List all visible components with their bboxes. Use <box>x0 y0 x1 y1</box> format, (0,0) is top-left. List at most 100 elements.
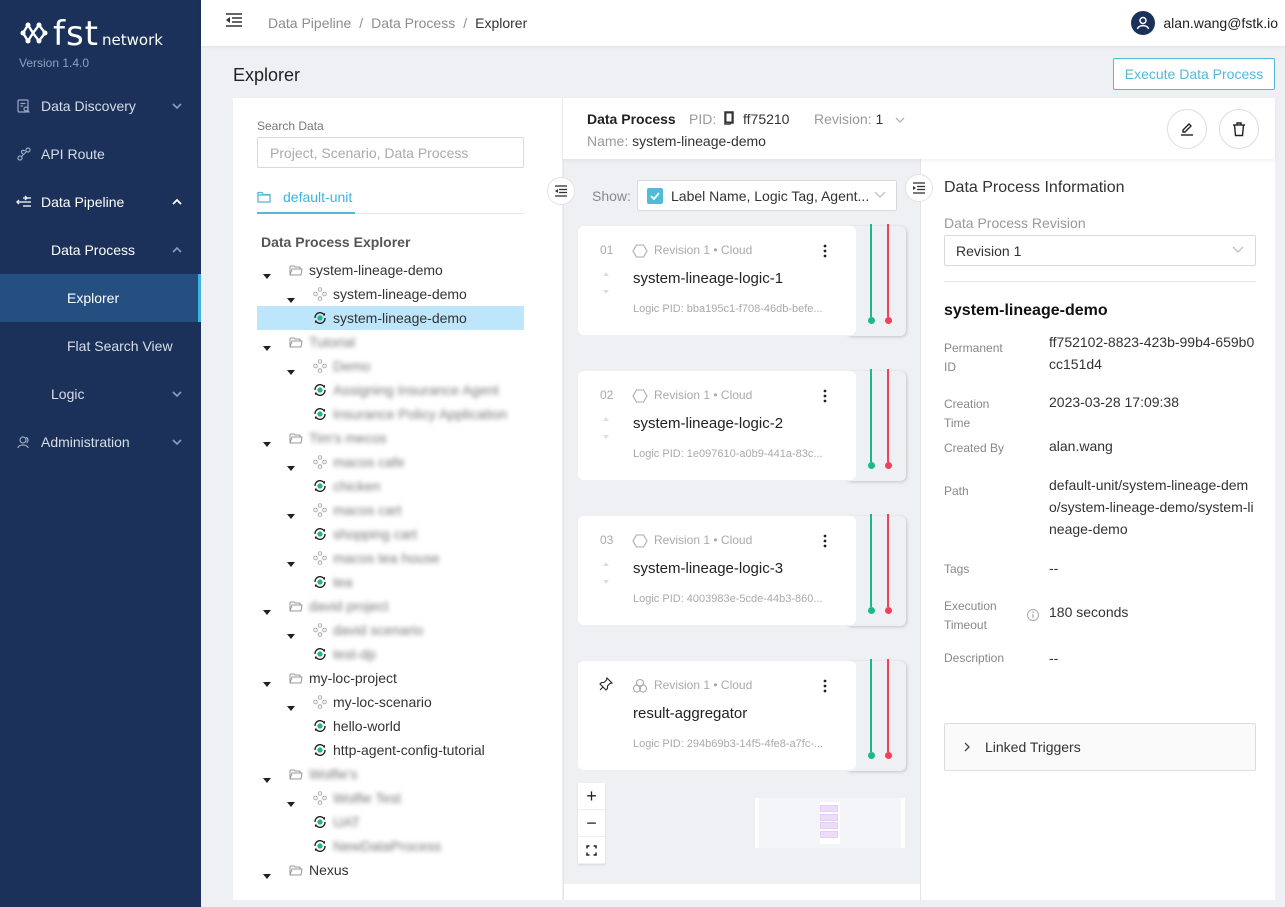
success-port[interactable] <box>868 462 875 469</box>
caret-down-icon[interactable] <box>287 291 295 303</box>
tree-item-project[interactable]: Nexus <box>257 858 524 882</box>
move-down-icon[interactable] <box>603 435 609 439</box>
zoom-out-button[interactable]: − <box>578 810 605 837</box>
caret-down-icon[interactable] <box>263 339 271 351</box>
tree-item-process[interactable]: UAT <box>257 810 524 834</box>
tree-item-scenario[interactable]: macos tea house <box>257 546 524 570</box>
logo[interactable]: fst network <box>19 17 163 51</box>
tree-item-process[interactable]: test-dp <box>257 642 524 666</box>
logic-card[interactable]: 02 Revision 1 • Cloud system-lineage-logic… <box>578 371 856 480</box>
tree-item-scenario[interactable]: macos cart <box>257 498 524 522</box>
delete-button[interactable] <box>1219 109 1259 149</box>
logic-node[interactable]: 03 Revision 1 • Cloud system-lineage-logic… <box>578 514 906 626</box>
tree-item-process[interactable]: http-agent-config-tutorial <box>257 738 524 762</box>
sidebar-item-data-pipeline[interactable]: Data Pipeline <box>0 178 201 226</box>
info-icon[interactable] <box>1026 608 1040 622</box>
minimap[interactable] <box>755 798 905 848</box>
sidebar-item-logic[interactable]: Logic <box>0 370 201 418</box>
tree-item-scenario[interactable]: macos cafe <box>257 450 524 474</box>
move-down-icon[interactable] <box>603 290 609 294</box>
success-port[interactable] <box>868 607 875 614</box>
search-input[interactable] <box>257 137 524 168</box>
logic-node[interactable]: 02 Revision 1 • Cloud system-lineage-logic… <box>578 369 906 481</box>
pin-icon[interactable] <box>599 677 613 691</box>
caret-down-icon[interactable] <box>287 795 295 807</box>
logic-card[interactable]: Revision 1 • Cloud result-aggregator Logic… <box>578 661 856 770</box>
move-up-icon[interactable] <box>603 562 609 566</box>
tree-item-project[interactable]: my-loc-project <box>257 666 524 690</box>
show-checkbox[interactable] <box>647 187 663 204</box>
tree-item-process[interactable]: Assigning Insurance Agent <box>257 378 524 402</box>
caret-down-icon[interactable] <box>263 867 271 879</box>
user-menu[interactable]: alan.wang@fstk.io <box>1131 11 1278 35</box>
tree-item-project[interactable]: Tutorial <box>257 330 524 354</box>
error-port[interactable] <box>885 317 892 324</box>
tree-item-project[interactable]: david project <box>257 594 524 618</box>
caret-down-icon[interactable] <box>263 603 271 615</box>
move-up-icon[interactable] <box>603 417 609 421</box>
tree-item-process[interactable]: tea <box>257 570 524 594</box>
move-up-icon[interactable] <box>603 272 609 276</box>
caret-down-icon[interactable] <box>263 771 271 783</box>
tree-item-scenario[interactable]: my-loc-scenario <box>257 690 524 714</box>
error-port[interactable] <box>885 462 892 469</box>
tab-default-unit[interactable]: default-unit <box>257 182 355 214</box>
caret-down-icon[interactable] <box>287 507 295 519</box>
sidebar-item-flat-search-view[interactable]: Flat Search View <box>0 322 201 370</box>
breadcrumb-data-process[interactable]: Data Process <box>371 15 455 31</box>
show-options-select[interactable]: Label Name, Logic Tag, Agent... <box>637 180 897 211</box>
tree-item-process[interactable]: hello-world <box>257 714 524 738</box>
more-options-button[interactable] <box>814 675 836 697</box>
breadcrumb-data-pipeline[interactable]: Data Pipeline <box>268 15 351 31</box>
error-port[interactable] <box>885 607 892 614</box>
tree-item-project[interactable]: Tim's mecos <box>257 426 524 450</box>
tree-item-process[interactable]: Insurance Policy Application <box>257 402 524 426</box>
more-options-button[interactable] <box>814 530 836 552</box>
sidebar-item-administration[interactable]: Administration <box>0 418 201 466</box>
more-options-button[interactable] <box>814 240 836 262</box>
execute-data-process-button[interactable]: Execute Data Process <box>1113 58 1275 90</box>
zoom-in-button[interactable]: + <box>578 783 605 810</box>
tree-item-scenario[interactable]: system-lineage-demo <box>257 282 524 306</box>
linked-triggers-collapse[interactable]: Linked Triggers <box>944 723 1256 771</box>
tree-item-process[interactable]: shopping cart <box>257 522 524 546</box>
sidebar-item-data-process[interactable]: Data Process <box>0 226 201 274</box>
fit-view-button[interactable] <box>578 837 605 864</box>
caret-down-icon[interactable] <box>287 363 295 375</box>
sidebar-item-data-discovery[interactable]: Data Discovery <box>0 82 201 130</box>
logic-card[interactable]: 01 Revision 1 • Cloud system-lineage-logic… <box>578 226 856 335</box>
collapse-menu-icon[interactable] <box>225 12 243 28</box>
copy-icon[interactable] <box>723 111 735 125</box>
collapse-explorer-button[interactable] <box>547 177 575 205</box>
tree-item-scenario[interactable]: david scenario <box>257 618 524 642</box>
caret-down-icon[interactable] <box>287 627 295 639</box>
error-port[interactable] <box>885 752 892 759</box>
caret-down-icon[interactable] <box>287 699 295 711</box>
collapse-info-button[interactable] <box>905 174 933 202</box>
caret-down-icon[interactable] <box>263 675 271 687</box>
tree-item-scenario[interactable]: Demo <box>257 354 524 378</box>
tree-item-process[interactable]: chicken <box>257 474 524 498</box>
revision-select[interactable]: Revision 1 <box>944 235 1256 266</box>
tree-item-project[interactable]: Wolfie's <box>257 762 524 786</box>
success-port[interactable] <box>868 752 875 759</box>
more-options-button[interactable] <box>814 385 836 407</box>
caret-down-icon[interactable] <box>263 435 271 447</box>
sidebar-item-api-route[interactable]: API Route <box>0 130 201 178</box>
tree-item-scenario[interactable]: Wolfie Test <box>257 786 524 810</box>
caret-down-icon[interactable] <box>287 555 295 567</box>
tree-item-process[interactable]: NewDataProcess <box>257 834 524 858</box>
move-down-icon[interactable] <box>603 580 609 584</box>
success-port[interactable] <box>868 317 875 324</box>
logic-card[interactable]: 03 Revision 1 • Cloud system-lineage-logic… <box>578 516 856 625</box>
caret-down-icon[interactable] <box>263 267 271 279</box>
lineage-canvas[interactable]: Show: Label Name, Logic Tag, Agent... 01… <box>563 159 920 900</box>
caret-down-icon[interactable] <box>287 459 295 471</box>
revision-dropdown[interactable]: Revision: 1 <box>814 111 905 127</box>
logic-node[interactable]: Revision 1 • Cloud result-aggregator Logic… <box>578 659 906 771</box>
logic-node[interactable]: 01 Revision 1 • Cloud system-lineage-logic… <box>578 224 906 336</box>
sidebar-item-explorer[interactable]: Explorer <box>0 274 201 322</box>
tree-item-process[interactable]: system-lineage-demo <box>257 306 524 330</box>
edit-button[interactable] <box>1167 109 1207 149</box>
tree-item-project[interactable]: system-lineage-demo <box>257 258 524 282</box>
